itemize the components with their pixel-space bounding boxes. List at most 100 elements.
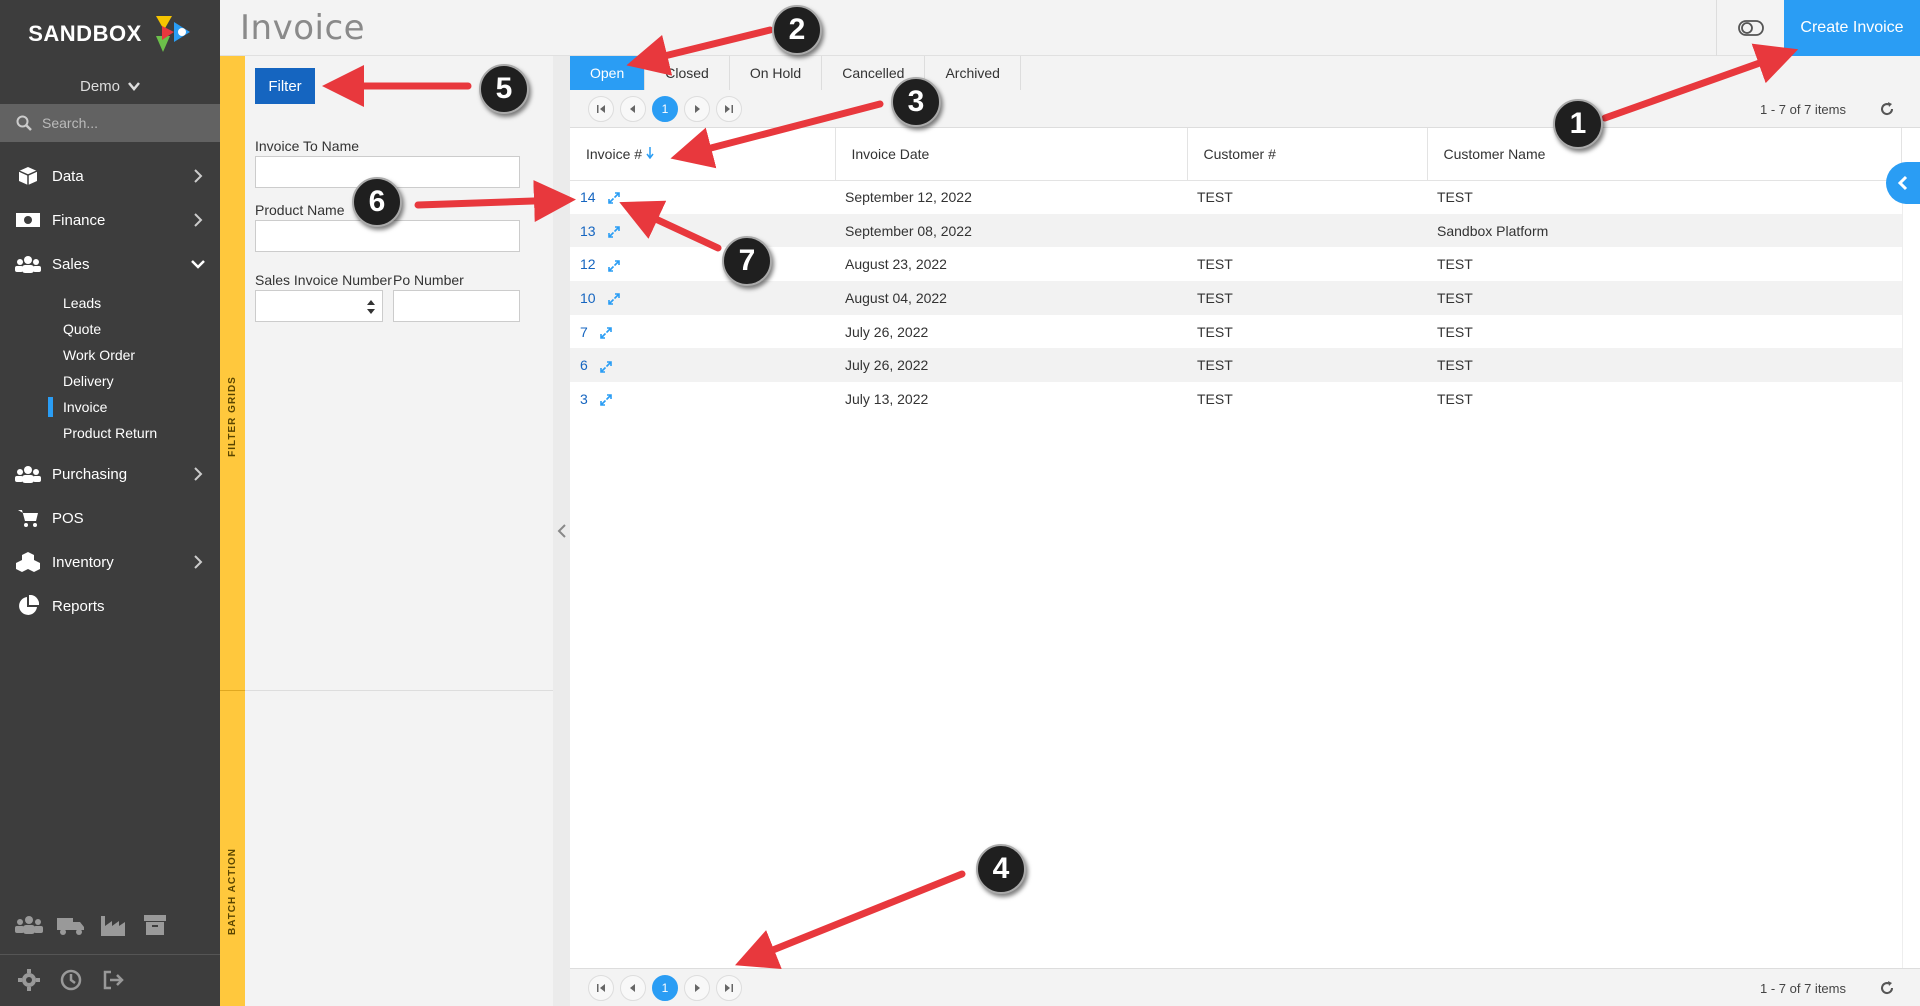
sidebar-item-sales[interactable]: Sales	[0, 242, 220, 286]
search-placeholder: Search...	[42, 115, 99, 131]
customer-name-cell: TEST	[1437, 189, 1473, 206]
create-invoice-button[interactable]: Create Invoice	[1784, 0, 1920, 56]
prev-page-icon[interactable]	[620, 974, 646, 1001]
tab-closed[interactable]: Closed	[645, 56, 730, 90]
archive-icon[interactable]	[140, 910, 170, 940]
table-row[interactable]: 14 September 12, 2022 TEST TEST	[570, 180, 1902, 214]
cart-icon	[14, 508, 42, 528]
expand-icon[interactable]	[599, 360, 612, 373]
factory-icon[interactable]	[98, 910, 128, 940]
people-icon[interactable]	[14, 910, 44, 940]
column-header-customer-name[interactable]: Customer Name	[1427, 128, 1902, 181]
tab-on-hold[interactable]: On Hold	[729, 56, 823, 90]
sidebar-subitem-delivery[interactable]: Delivery	[0, 368, 220, 394]
logo-mark-icon	[155, 16, 190, 52]
sidebar-subitem-quote[interactable]: Quote	[0, 316, 220, 342]
sidebar-subitem-leads[interactable]: Leads	[0, 290, 220, 316]
people-icon	[14, 464, 42, 484]
table-row[interactable]: 6 July 26, 2022 TEST TEST	[570, 348, 1902, 383]
invoice-date-cell: August 23, 2022	[845, 256, 947, 273]
grid-area: Open Closed On Hold Cancelled Archived 1…	[570, 56, 1920, 1006]
side-tab-strip: FILTER GRIDS BATCH ACTION	[220, 56, 245, 1006]
sidebar-item-finance[interactable]: Finance	[0, 198, 220, 242]
invoice-link[interactable]: 6	[580, 357, 588, 373]
gear-icon[interactable]	[14, 965, 44, 995]
sidebar-subitem-work-order[interactable]: Work Order	[0, 342, 220, 368]
tab-archived[interactable]: Archived	[925, 56, 1021, 90]
sidebar-item-label: Finance	[52, 211, 106, 229]
tab-open[interactable]: Open	[570, 56, 646, 90]
logout-icon[interactable]	[98, 965, 128, 995]
sales-invoice-number-stepper[interactable]	[255, 290, 383, 322]
pager-bottom: 1 1 - 7 of 7 items	[570, 968, 1920, 1006]
refresh-icon[interactable]	[1874, 96, 1900, 122]
next-page-icon[interactable]	[684, 974, 710, 1001]
invoice-link[interactable]: 7	[580, 324, 588, 340]
next-page-icon[interactable]	[684, 95, 710, 122]
po-number-field[interactable]	[393, 290, 520, 322]
sidebar-item-reports[interactable]: Reports	[0, 584, 220, 628]
workspace-selector[interactable]: Demo	[0, 68, 220, 104]
product-name-field[interactable]	[255, 220, 520, 252]
prev-page-icon[interactable]	[620, 95, 646, 122]
last-page-icon[interactable]	[716, 95, 742, 122]
expand-icon[interactable]	[607, 259, 620, 272]
side-panel-toggle[interactable]	[1886, 162, 1920, 204]
expand-icon[interactable]	[607, 293, 620, 306]
first-page-icon[interactable]	[588, 95, 614, 122]
last-page-icon[interactable]	[716, 974, 742, 1001]
sidebar-item-pos[interactable]: POS	[0, 496, 220, 540]
expand-icon[interactable]	[607, 192, 620, 205]
logo[interactable]: SANDBOX	[0, 0, 220, 68]
invoice-link[interactable]: 13	[580, 223, 596, 239]
pager-info: 1 - 7 of 7 items	[1760, 981, 1846, 996]
table-row[interactable]: 3 July 13, 2022 TEST TEST	[570, 382, 1902, 416]
chevron-right-icon	[194, 169, 203, 183]
column-header-invoice-number[interactable]: Invoice #	[570, 128, 836, 181]
sort-arrow-icon	[646, 146, 654, 159]
view-toggle-button[interactable]	[1716, 0, 1784, 56]
vertical-scrollbar[interactable]	[1902, 182, 1920, 968]
invoice-link[interactable]: 14	[580, 189, 596, 205]
page-number-button[interactable]: 1	[652, 974, 678, 1001]
table-header-row: Invoice # Invoice Date Customer # Custom…	[570, 128, 1902, 181]
expand-icon[interactable]	[599, 394, 612, 407]
annotation-badge-1: 1	[1553, 99, 1603, 149]
sales-submenu: Leads Quote Work Order Delivery Invoice …	[0, 286, 220, 452]
filter-button[interactable]: Filter	[255, 68, 315, 104]
expand-icon[interactable]	[599, 327, 612, 339]
sidebar-item-purchasing[interactable]: Purchasing	[0, 452, 220, 496]
refresh-icon[interactable]	[1874, 975, 1900, 1001]
sidebar-subitem-invoice[interactable]: Invoice	[0, 394, 220, 420]
chevron-right-icon	[194, 555, 203, 569]
column-header-customer-number[interactable]: Customer #	[1187, 128, 1428, 181]
collapse-panel-handle[interactable]	[553, 56, 570, 1006]
invoice-link[interactable]: 12	[580, 256, 596, 272]
truck-icon[interactable]	[56, 910, 86, 940]
customer-number-cell: TEST	[1187, 348, 1427, 383]
workspace-label: Demo	[79, 77, 120, 95]
page-number-button[interactable]: 1	[652, 95, 678, 122]
sidebar-item-data[interactable]: Data	[0, 154, 220, 198]
invoice-date-cell: September 12, 2022	[845, 189, 972, 206]
table-row[interactable]: 13 September 08, 2022 Sandbox Platform	[570, 213, 1902, 248]
filter-grids-tab[interactable]: FILTER GRIDS	[227, 364, 238, 469]
invoice-link[interactable]: 10	[580, 290, 596, 306]
invoice-number-cell: 6	[570, 348, 835, 383]
invoice-to-name-label: Invoice To Name	[255, 138, 360, 154]
sidebar-subitem-product-return[interactable]: Product Return	[0, 420, 220, 446]
search-input[interactable]: Search...	[0, 104, 220, 142]
spinner-icon[interactable]	[366, 299, 376, 315]
sidebar-item-inventory[interactable]: Inventory	[0, 540, 220, 584]
clock-icon[interactable]	[56, 965, 86, 995]
table-row[interactable]: 7 July 26, 2022 TEST TEST	[570, 315, 1902, 349]
table-row[interactable]: 10 August 04, 2022 TEST TEST	[570, 281, 1902, 315]
column-header-invoice-date[interactable]: Invoice Date	[835, 128, 1188, 181]
annotation-badge-3: 3	[891, 77, 941, 127]
sidebar-item-label: Inventory	[52, 553, 114, 571]
batch-action-tab[interactable]: BATCH ACTION	[227, 839, 238, 944]
expand-icon[interactable]	[607, 226, 620, 238]
chevron-down-icon	[128, 82, 140, 91]
first-page-icon[interactable]	[588, 974, 614, 1001]
invoice-link[interactable]: 3	[580, 391, 588, 407]
